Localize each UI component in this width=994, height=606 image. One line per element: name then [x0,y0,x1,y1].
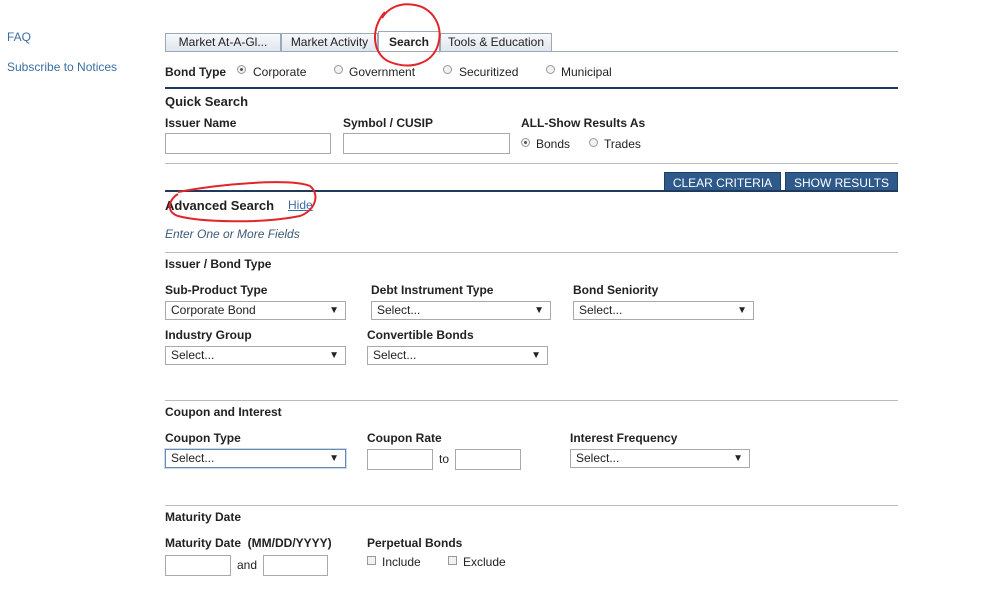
advanced-search-title: Advanced Search [165,198,275,213]
maturity-to-input[interactable] [263,555,328,576]
show-results-button[interactable]: SHOW RESULTS [785,172,898,192]
tab-market-at-a-glance[interactable]: Market At-A-Gl... [165,33,281,52]
bond-type-label: Bond Type [165,65,227,79]
chevron-down-icon: ▼ [531,350,541,361]
chevron-down-icon: ▼ [329,350,339,361]
radio-municipal-label: Municipal [561,65,612,79]
industry-group-label: Industry Group [165,328,252,342]
advanced-search-divider [165,190,898,192]
tab-search[interactable]: Search [378,31,440,53]
bond-seniority-select[interactable]: Select... ▼ [573,301,754,320]
sub-product-select[interactable]: Corporate Bond ▼ [165,301,346,320]
radio-bonds[interactable] [521,138,530,147]
radio-bonds-label: Bonds [536,137,571,151]
chevron-down-icon: ▼ [329,305,339,316]
quick-search-bottom-divider [165,163,898,164]
radio-government-label: Government [349,65,416,79]
maturity-from-input[interactable] [165,555,231,576]
bond-seniority-value: Select... [579,303,623,317]
debt-instrument-label: Debt Instrument Type [371,283,494,297]
sub-product-label: Sub-Product Type [165,283,268,297]
maturity-and-label: and [237,558,258,572]
clear-criteria-button[interactable]: CLEAR CRITERIA [664,172,781,192]
debt-instrument-value: Select... [377,303,421,317]
coupon-type-label: Coupon Type [165,431,241,445]
faq-link[interactable]: FAQ [7,30,31,44]
radio-municipal[interactable] [546,65,555,74]
industry-group-value: Select... [171,348,215,362]
radio-corporate-label: Corporate [253,65,307,79]
radio-trades[interactable] [589,138,598,147]
convertible-bonds-value: Select... [373,348,417,362]
symbol-cusip-label: Symbol / CUSIP [343,116,434,130]
coupon-rate-to-input[interactable] [455,449,521,470]
interest-frequency-label: Interest Frequency [570,431,678,445]
chevron-down-icon: ▼ [329,453,339,464]
issuer-name-label: Issuer Name [165,116,237,130]
coupon-rate-to-label: to [439,452,450,466]
tab-divider [165,51,898,52]
quick-search-title: Quick Search [165,94,249,109]
issuer-section-title: Issuer / Bond Type [165,257,272,271]
convertible-bonds-label: Convertible Bonds [367,328,474,342]
radio-securitized[interactable] [443,65,452,74]
coupon-section-title: Coupon and Interest [165,405,282,419]
perpetual-include-label: Include [382,555,421,569]
chevron-down-icon: ▼ [733,453,743,464]
perpetual-exclude-label: Exclude [463,555,506,569]
coupon-type-value: Select... [171,451,215,465]
maturity-section-divider [165,505,898,506]
radio-securitized-label: Securitized [459,65,519,79]
coupon-rate-from-input[interactable] [367,449,433,470]
chevron-down-icon: ▼ [737,305,747,316]
sub-product-value: Corporate Bond [171,303,256,317]
hide-advanced-link[interactable]: Hide [288,198,313,212]
perpetual-bonds-label: Perpetual Bonds [367,536,463,550]
coupon-section-divider [165,400,898,401]
tab-market-activity[interactable]: Market Activity [281,33,378,52]
radio-trades-label: Trades [604,137,641,151]
subscribe-link[interactable]: Subscribe to Notices [7,60,117,74]
coupon-type-select[interactable]: Select... ▼ [165,449,346,468]
issuer-name-input[interactable] [165,133,331,154]
industry-group-select[interactable]: Select... ▼ [165,346,346,365]
coupon-rate-label: Coupon Rate [367,431,442,445]
perpetual-exclude-checkbox[interactable] [448,556,457,565]
symbol-cusip-input[interactable] [343,133,510,154]
interest-frequency-value: Select... [576,451,620,465]
tab-tools-education[interactable]: Tools & Education [440,33,552,52]
interest-frequency-select[interactable]: Select... ▼ [570,449,750,468]
quick-search-divider [165,87,898,89]
radio-corporate[interactable] [237,65,246,74]
chevron-down-icon: ▼ [534,305,544,316]
issuer-section-divider [165,252,898,253]
advanced-search-hint: Enter One or More Fields [165,227,300,241]
perpetual-include-checkbox[interactable] [367,556,376,565]
show-results-as-label: ALL-Show Results As [521,116,646,130]
convertible-bonds-select[interactable]: Select... ▼ [367,346,548,365]
debt-instrument-select[interactable]: Select... ▼ [371,301,551,320]
maturity-section-title: Maturity Date [165,510,242,524]
radio-government[interactable] [334,65,343,74]
bond-seniority-label: Bond Seniority [573,283,659,297]
maturity-date-label: Maturity Date (MM/DD/YYYY) [165,536,332,550]
